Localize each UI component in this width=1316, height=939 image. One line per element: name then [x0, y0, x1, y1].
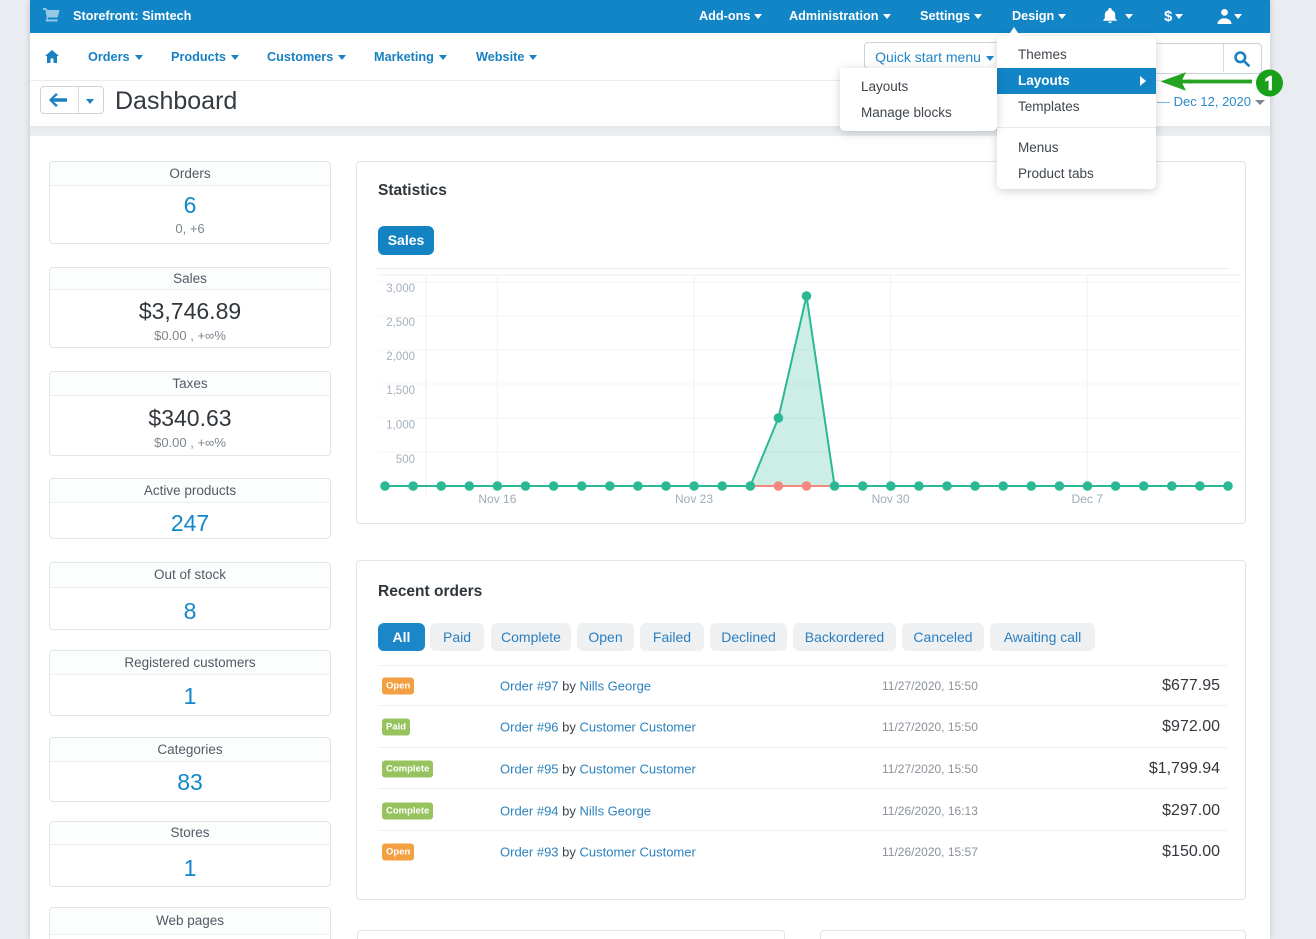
svg-text:2,000: 2,000 [386, 351, 415, 363]
svg-text:1,500: 1,500 [386, 385, 415, 397]
svg-text:Nov 30: Nov 30 [872, 492, 910, 506]
svg-text:3,000: 3,000 [386, 283, 415, 295]
svg-text:Nov 23: Nov 23 [675, 492, 713, 506]
svg-text:Dec 7: Dec 7 [1072, 492, 1104, 506]
svg-text:2,500: 2,500 [386, 317, 415, 329]
svg-text:500: 500 [396, 454, 415, 466]
svg-text:1,000: 1,000 [386, 420, 415, 432]
svg-text:Nov 16: Nov 16 [478, 492, 516, 506]
